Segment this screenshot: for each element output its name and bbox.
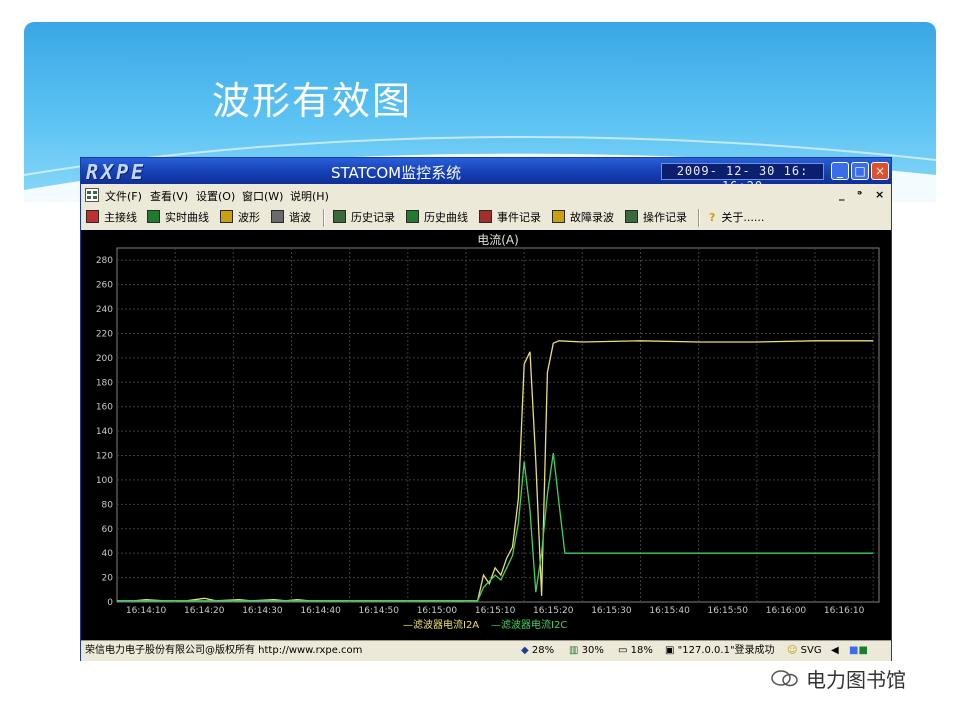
x-tick-label: 16:14:40: [300, 606, 341, 616]
rxpe-logo: RXPE: [86, 160, 147, 184]
network-icon: ▣: [665, 645, 675, 656]
x-tick-label: 16:14:20: [184, 606, 225, 616]
menu-help[interactable]: 说明(H): [290, 188, 329, 204]
status-login: ▣ "127.0.0.1"登录成功: [665, 645, 775, 656]
toolbar-single-line-button[interactable]: 主接线: [86, 210, 137, 226]
y-tick-label: 100: [96, 476, 113, 486]
menu-file[interactable]: 文件(F): [105, 188, 142, 204]
waveform-icon: [220, 210, 233, 223]
disk-icon: ▭: [618, 645, 628, 656]
event-record-icon: [479, 210, 492, 223]
mdi-close-icon[interactable]: ×: [875, 188, 884, 201]
maximize-icon: □: [854, 164, 866, 178]
tray-icons[interactable]: ■■: [849, 644, 868, 658]
menu-window[interactable]: 窗口(W): [242, 188, 283, 204]
mdi-restore-icon[interactable]: ᵊ: [857, 188, 862, 201]
status-cpu: ◆ 28%: [521, 645, 555, 656]
x-tick-label: 16:15:00: [417, 606, 458, 616]
slide-title: 波形有效图: [212, 79, 413, 123]
toolbar-history-curve-button[interactable]: 历史曲线: [406, 210, 468, 226]
toolbar-about-button[interactable]: ? 关于......: [709, 210, 764, 226]
status-memory: ▥ 30%: [569, 645, 604, 656]
menu-view[interactable]: 查看(V): [150, 188, 188, 204]
operation-record-icon: [625, 210, 638, 223]
y-tick-label: 200: [96, 354, 113, 364]
y-tick-label: 0: [107, 598, 113, 608]
y-tick-label: 20: [102, 574, 114, 584]
toolbar: 主接线 实时曲线 波形 谐波 历史记录 历史曲线 事件记录 故障录波 操作记录 …: [81, 206, 891, 231]
app-menu-icon[interactable]: [85, 188, 99, 202]
chart-title: 电流(A): [477, 233, 519, 247]
x-tick-label: 16:14:10: [126, 606, 167, 616]
toolbar-separator: [698, 209, 700, 227]
y-tick-label: 180: [96, 378, 113, 388]
window-title: STATCOM监控系统: [331, 164, 462, 182]
x-tick-label: 16:15:50: [708, 606, 749, 616]
history-curve-icon: [406, 210, 419, 223]
menu-bar: 文件(F) 查看(V) 设置(O) 窗口(W) 说明(H) _ ᵊ ×: [81, 184, 891, 207]
status-company: 荣信电力电子股份有限公司@版权所有 http://www.rxpe.com: [85, 645, 363, 656]
y-tick-label: 120: [96, 452, 113, 462]
x-tick-label: 16:14:50: [359, 606, 400, 616]
single-line-icon: [86, 210, 99, 223]
y-tick-label: 40: [102, 549, 114, 559]
menu-settings[interactable]: 设置(O): [196, 188, 235, 204]
toolbar-history-record-button[interactable]: 历史记录: [333, 210, 395, 226]
toolbar-event-record-button[interactable]: 事件记录: [479, 210, 541, 226]
chart-area: 电流(A) 0 20 40 60 80 100 120 140 160 180 200 220 240 26…: [81, 230, 891, 640]
x-tick-label: 16:15:20: [533, 606, 574, 616]
y-tick-label: 280: [96, 256, 113, 266]
toolbar-realtime-curve-button[interactable]: 实时曲线: [147, 210, 209, 226]
toolbar-fault-record-button[interactable]: 故障录波: [552, 210, 614, 226]
toolbar-operation-record-button[interactable]: 操作记录: [625, 210, 687, 226]
watermark-text: 电力图书馆: [806, 668, 906, 692]
status-bar: 荣信电力电子股份有限公司@版权所有 http://www.rxpe.com ◆ …: [81, 640, 891, 661]
x-tick-label: 16:15:30: [591, 606, 632, 616]
memory-icon: ▥: [569, 645, 579, 656]
maximize-button[interactable]: □: [851, 162, 869, 180]
y-tick-label: 60: [102, 525, 114, 535]
status-svg[interactable]: ☺ SVG: [787, 644, 822, 658]
cpu-icon: ◆: [521, 645, 529, 656]
close-icon: ×: [874, 164, 886, 178]
y-tick-label: 240: [96, 305, 113, 315]
legend-entry-i2a: —滤波器电流I2A: [403, 618, 479, 631]
y-tick-label: 160: [96, 403, 113, 413]
close-button[interactable]: ×: [871, 162, 889, 180]
window-titlebar[interactable]: RXPE STATCOM监控系统 2009- 12- 30 16: 16:20 …: [81, 158, 891, 193]
app-window: RXPE STATCOM监控系统 2009- 12- 30 16: 16:20 …: [80, 157, 892, 661]
current-chart: 电流(A) 0 20 40 60 80 100 120 140 160 180 200 220 240 26…: [96, 233, 880, 631]
x-tick-label: 16:14:30: [242, 606, 283, 616]
toolbar-harmonic-button[interactable]: 谐波: [271, 210, 311, 226]
status-disk: ▭ 18%: [618, 645, 653, 656]
harmonic-icon: [271, 210, 284, 223]
y-tick-label: 140: [96, 427, 113, 437]
minimize-button[interactable]: _: [831, 162, 849, 180]
history-record-icon: [333, 210, 346, 223]
minimize-icon: _: [837, 164, 843, 178]
wechat-icon: [771, 670, 798, 687]
x-tick-label: 16:15:10: [475, 606, 516, 616]
toolbar-waveform-button[interactable]: 波形: [220, 210, 260, 226]
x-tick-label: 16:16:10: [824, 606, 865, 616]
x-tick-label: 16:15:40: [649, 606, 690, 616]
toolbar-separator: [323, 209, 325, 227]
realtime-curve-icon: [147, 210, 160, 223]
smiley-icon: ☺: [787, 645, 798, 656]
y-tick-label: 80: [102, 500, 114, 510]
plot-frame: [116, 247, 880, 603]
x-tick-label: 16:16:00: [766, 606, 807, 616]
system-clock: 2009- 12- 30 16: 16:20: [661, 163, 824, 193]
y-tick-label: 220: [96, 329, 113, 339]
fault-record-icon: [552, 210, 565, 223]
y-tick-label: 260: [96, 281, 113, 291]
legend-entry-i2c: —滤波器电流I2C: [491, 618, 567, 631]
speaker-icon[interactable]: ◀: [831, 644, 839, 658]
help-icon: ?: [709, 211, 716, 224]
mdi-minimize-icon[interactable]: _: [839, 188, 845, 201]
